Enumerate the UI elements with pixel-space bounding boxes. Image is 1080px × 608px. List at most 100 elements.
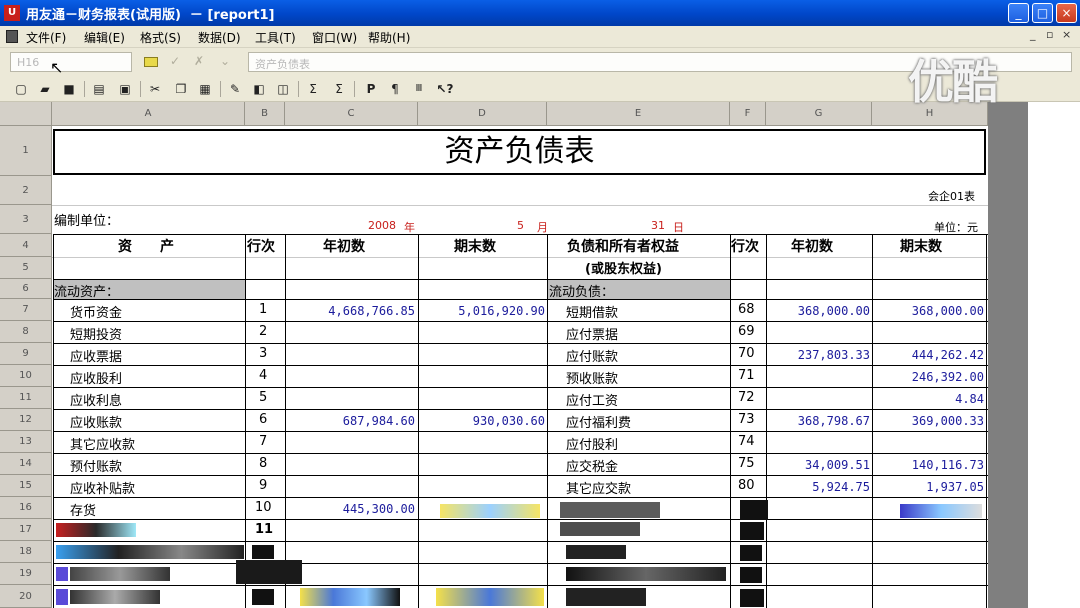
copy-icon[interactable]: ❐ <box>172 80 190 98</box>
formula-cancel-icon[interactable]: ✗ <box>194 54 204 68</box>
header-liability[interactable]: 负债和所有者权益 <box>567 236 679 256</box>
header-opening-2[interactable]: 年初数 <box>791 236 833 256</box>
close-button[interactable]: × <box>1056 3 1077 23</box>
cut-icon[interactable]: ✂ <box>146 80 164 98</box>
row-header[interactable]: 14 <box>0 453 52 475</box>
print-preview-icon[interactable]: ▤ <box>90 80 108 98</box>
header-closing-2[interactable]: 期末数 <box>900 236 942 256</box>
sum-icon[interactable]: Σ <box>304 80 322 98</box>
liability-name: 预收账款 <box>566 372 619 387</box>
asset-name: 应收利息 <box>70 394 123 409</box>
document-icon[interactable] <box>6 30 18 43</box>
row-header[interactable]: 19 <box>0 563 52 585</box>
unit-label[interactable]: 编制单位： <box>54 210 119 229</box>
row-header[interactable]: 16 <box>0 497 52 519</box>
row-header[interactable]: 11 <box>0 387 52 409</box>
mdi-minimize-button[interactable]: _ <box>1030 28 1036 41</box>
menu-file[interactable]: 文件(F) <box>26 29 66 46</box>
mouse-cursor-icon: ↖ <box>50 58 64 77</box>
mdi-close-button[interactable]: × <box>1062 28 1071 41</box>
asset-name: 应收票据 <box>70 350 123 365</box>
header-opening[interactable]: 年初数 <box>323 236 365 256</box>
row-header[interactable]: 6 <box>0 279 52 299</box>
help-pointer-icon[interactable]: ↖? <box>436 80 454 98</box>
spreadsheet[interactable]: A B C D E F G H 1 2 3 4 5 6 7 8 9 10 11 … <box>0 102 988 608</box>
cell-ref-box[interactable]: H16 <box>10 52 132 72</box>
insert-icon[interactable]: ◧ <box>250 80 268 98</box>
formula-dropdown-icon[interactable]: ⌄ <box>220 54 230 68</box>
function-icon[interactable]: ¶ <box>386 80 404 98</box>
column-header-a[interactable]: A <box>52 102 245 126</box>
header-line-no[interactable]: 行次 <box>247 236 275 256</box>
opening-value-2: 5,924.75 <box>812 480 870 494</box>
menu-window[interactable]: 窗口(W) <box>312 29 357 46</box>
row-header[interactable]: 2 <box>0 176 52 205</box>
header-line-no-2[interactable]: 行次 <box>731 236 759 256</box>
report-title[interactable]: 资产负债表 <box>53 129 986 175</box>
menu-format[interactable]: 格式(S) <box>140 29 181 46</box>
header-equity[interactable]: (或股东权益) <box>585 258 662 277</box>
row-header[interactable]: 5 <box>0 257 52 279</box>
delete-icon[interactable]: ◫ <box>274 80 292 98</box>
row-header[interactable]: 18 <box>0 541 52 563</box>
menu-help[interactable]: 帮助(H) <box>368 29 410 46</box>
fx-icon[interactable] <box>144 57 158 67</box>
format-painter-icon[interactable]: ✎ <box>226 80 244 98</box>
row-header[interactable]: 12 <box>0 409 52 431</box>
paste-icon[interactable]: ▦ <box>196 80 214 98</box>
new-icon[interactable]: ▢ <box>12 80 30 98</box>
asset-name: 货币资金 <box>70 306 123 321</box>
row-header[interactable]: 9 <box>0 343 52 365</box>
currency-unit[interactable]: 单位：元 <box>934 219 978 235</box>
column-header-d[interactable]: D <box>418 102 547 126</box>
column-header-e[interactable]: E <box>547 102 730 126</box>
row-header[interactable]: 1 <box>0 126 52 176</box>
minimize-button[interactable]: _ <box>1008 3 1029 23</box>
row-header[interactable]: 17 <box>0 519 52 541</box>
opening-value-2: 368,798.67 <box>797 414 870 428</box>
row-header[interactable]: 4 <box>0 234 52 257</box>
formula-check-icon[interactable]: ✓ <box>170 54 180 68</box>
column-header-g[interactable]: G <box>766 102 872 126</box>
menu-tools[interactable]: 工具(T) <box>255 29 296 46</box>
save-icon[interactable]: ■ <box>60 80 78 98</box>
header-closing[interactable]: 期末数 <box>454 236 496 256</box>
print-icon[interactable]: ▣ <box>116 80 134 98</box>
column-header-c[interactable]: C <box>285 102 418 126</box>
chart-icon[interactable]: Ⅲ <box>410 80 428 98</box>
row-header[interactable]: 15 <box>0 475 52 497</box>
sort-icon[interactable]: Σ <box>330 80 348 98</box>
menu-data[interactable]: 数据(D) <box>198 29 241 46</box>
line-no-2: 69 <box>738 324 755 339</box>
mdi-restore-button[interactable]: ▫ <box>1046 28 1053 41</box>
open-icon[interactable]: ▰ <box>36 80 54 98</box>
asset-name: 预付账款 <box>70 460 123 475</box>
row-header[interactable]: 7 <box>0 299 52 321</box>
date-month[interactable]: 5 <box>517 219 524 232</box>
column-header-b[interactable]: B <box>245 102 285 126</box>
asset-name: 短期投资 <box>70 328 123 343</box>
maximize-button[interactable]: □ <box>1032 3 1053 23</box>
date-year[interactable]: 2008 <box>368 219 396 232</box>
closing-value-2: 369,000.33 <box>911 414 984 428</box>
row-header[interactable]: 13 <box>0 431 52 453</box>
date-day[interactable]: 31 <box>651 219 665 232</box>
menu-edit[interactable]: 编辑(E) <box>84 29 125 46</box>
line-no-2: 71 <box>738 368 755 383</box>
vertical-scrollbar[interactable] <box>988 102 1028 608</box>
column-header-f[interactable]: F <box>730 102 766 126</box>
section-current-liabilities[interactable]: 流动负债： <box>549 281 614 300</box>
select-all-corner[interactable] <box>0 102 52 126</box>
pivot-icon[interactable]: P <box>362 80 380 98</box>
row-header[interactable]: 8 <box>0 321 52 343</box>
app-icon[interactable]: U <box>4 5 20 21</box>
row-header[interactable]: 10 <box>0 365 52 387</box>
opening-value: 687,984.60 <box>342 414 415 428</box>
line-no-2: 72 <box>738 390 755 405</box>
line-no: 11 <box>255 522 274 537</box>
header-asset[interactable]: 资 产 <box>118 236 174 256</box>
form-code[interactable]: 会企01表 <box>928 188 975 204</box>
row-header[interactable]: 20 <box>0 585 52 608</box>
row-header[interactable]: 3 <box>0 205 52 234</box>
section-current-assets[interactable]: 流动资产： <box>54 281 119 300</box>
